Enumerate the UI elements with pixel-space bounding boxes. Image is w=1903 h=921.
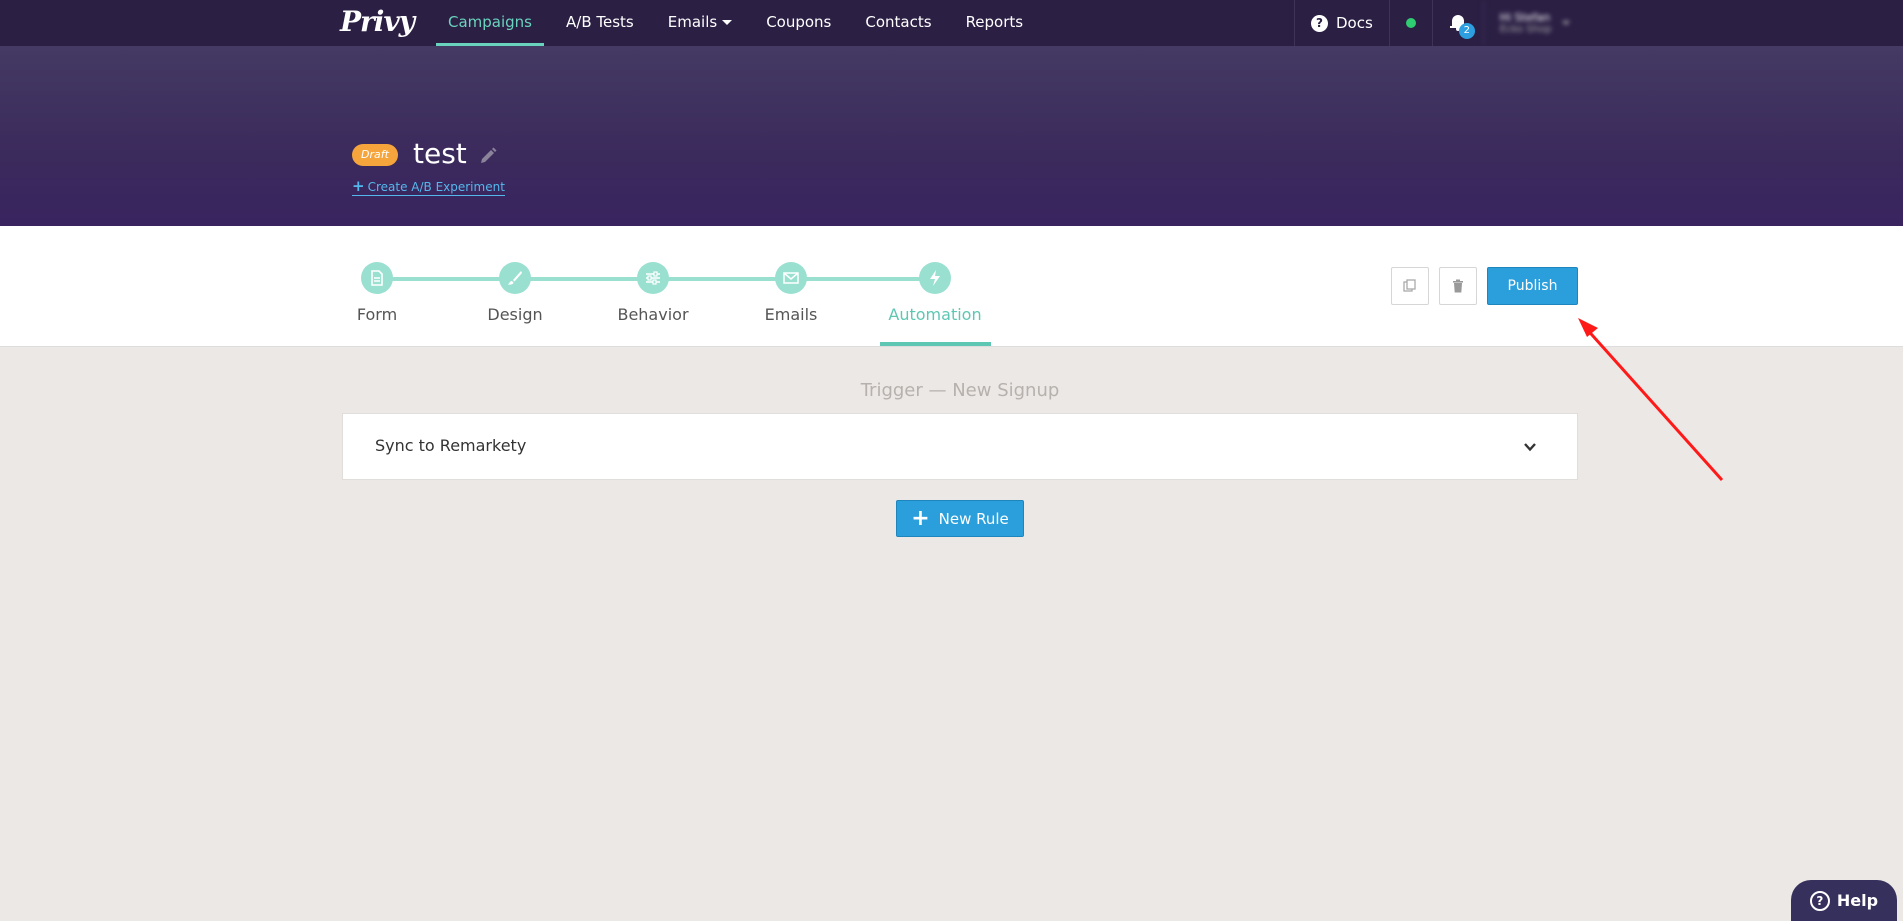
notifications-button[interactable]: 2: [1431, 0, 1483, 46]
pencil-icon[interactable]: [478, 146, 498, 166]
active-step-underline: [880, 342, 991, 346]
nav-link-reports[interactable]: Reports: [954, 0, 1036, 46]
plus-icon: +: [352, 177, 365, 195]
question-icon: ?: [1311, 14, 1328, 32]
status-indicator[interactable]: [1388, 0, 1432, 46]
step-label: Emails: [764, 305, 818, 324]
create-ab-experiment-link[interactable]: + Create A/B Experiment: [352, 178, 505, 196]
bell-icon: 2: [1449, 13, 1475, 39]
nav-right: ? Docs 2 Hi Stefan Ecko Shop: [1294, 0, 1586, 46]
trigger-title: Trigger — New Signup: [860, 380, 1060, 401]
bolt-icon: [919, 262, 951, 294]
user-name: Hi Stefan: [1499, 11, 1551, 24]
caret-down-icon: [1561, 21, 1570, 25]
envelope-icon: [775, 262, 807, 294]
top-nav: Privy Campaigns A/B Tests Emails Coupons…: [0, 0, 1903, 46]
rule-name: Sync to Remarkety: [375, 436, 527, 455]
status-badge: Draft: [352, 144, 398, 166]
step-label: Form: [356, 305, 398, 324]
nav-link-emails[interactable]: Emails: [656, 0, 744, 46]
steps-bar: Form Design Behavior Emails Automation: [0, 226, 1903, 347]
new-rule-button[interactable]: + New Rule: [896, 500, 1024, 537]
step-automation[interactable]: Automation: [880, 262, 990, 324]
online-status-dot-icon: [1405, 18, 1416, 28]
nav-link-campaigns[interactable]: Campaigns: [436, 0, 545, 46]
step-label: Automation: [888, 305, 982, 324]
sliders-icon: [637, 262, 669, 294]
publish-button[interactable]: Publish: [1487, 267, 1578, 305]
docs-link[interactable]: ? Docs: [1294, 0, 1389, 46]
nav-link-contacts[interactable]: Contacts: [853, 0, 943, 46]
help-button[interactable]: ? Help: [1791, 880, 1897, 921]
nav-link-label: Coupons: [766, 13, 832, 31]
trash-icon: [1453, 279, 1463, 293]
question-icon: ?: [1809, 890, 1830, 911]
page-title: test: [413, 137, 467, 170]
delete-button[interactable]: [1439, 267, 1477, 305]
privy-logo[interactable]: Privy: [340, 2, 415, 42]
docs-label: Docs: [1336, 14, 1373, 32]
user-info: Hi Stefan Ecko Shop: [1500, 11, 1552, 35]
step-behavior[interactable]: Behavior: [598, 262, 708, 324]
duplicate-button[interactable]: [1391, 267, 1429, 305]
nav-link-label: Campaigns: [448, 13, 533, 31]
step-label: Behavior: [617, 305, 689, 324]
plus-icon: +: [911, 505, 930, 531]
store-name: Ecko Shop: [1499, 24, 1552, 35]
new-rule-label: New Rule: [938, 509, 1009, 528]
caret-down-icon: [722, 20, 733, 25]
campaign-header: [0, 46, 1903, 226]
ab-link-label: Create A/B Experiment: [367, 180, 505, 194]
chevron-down-icon[interactable]: [1523, 440, 1537, 454]
step-design[interactable]: Design: [460, 262, 570, 324]
user-menu[interactable]: Hi Stefan Ecko Shop: [1482, 0, 1586, 46]
nav-links: Campaigns A/B Tests Emails Coupons Conta…: [436, 0, 1045, 46]
nav-link-coupons[interactable]: Coupons: [754, 0, 843, 46]
rule-card[interactable]: Sync to Remarkety: [342, 413, 1578, 480]
copy-icon: [1403, 279, 1416, 292]
nav-link-label: Contacts: [865, 13, 932, 31]
help-label: Help: [1836, 891, 1879, 910]
nav-link-label: A/B Tests: [566, 13, 634, 31]
nav-link-ab-tests[interactable]: A/B Tests: [554, 0, 646, 46]
nav-link-label: Emails: [667, 13, 718, 31]
document-icon: [361, 262, 393, 294]
nav-link-label: Reports: [965, 13, 1024, 31]
step-emails[interactable]: Emails: [736, 262, 846, 324]
step-label: Design: [487, 305, 543, 324]
brush-icon: [499, 262, 531, 294]
step-form[interactable]: Form: [322, 262, 432, 324]
notification-badge: 2: [1458, 23, 1475, 39]
